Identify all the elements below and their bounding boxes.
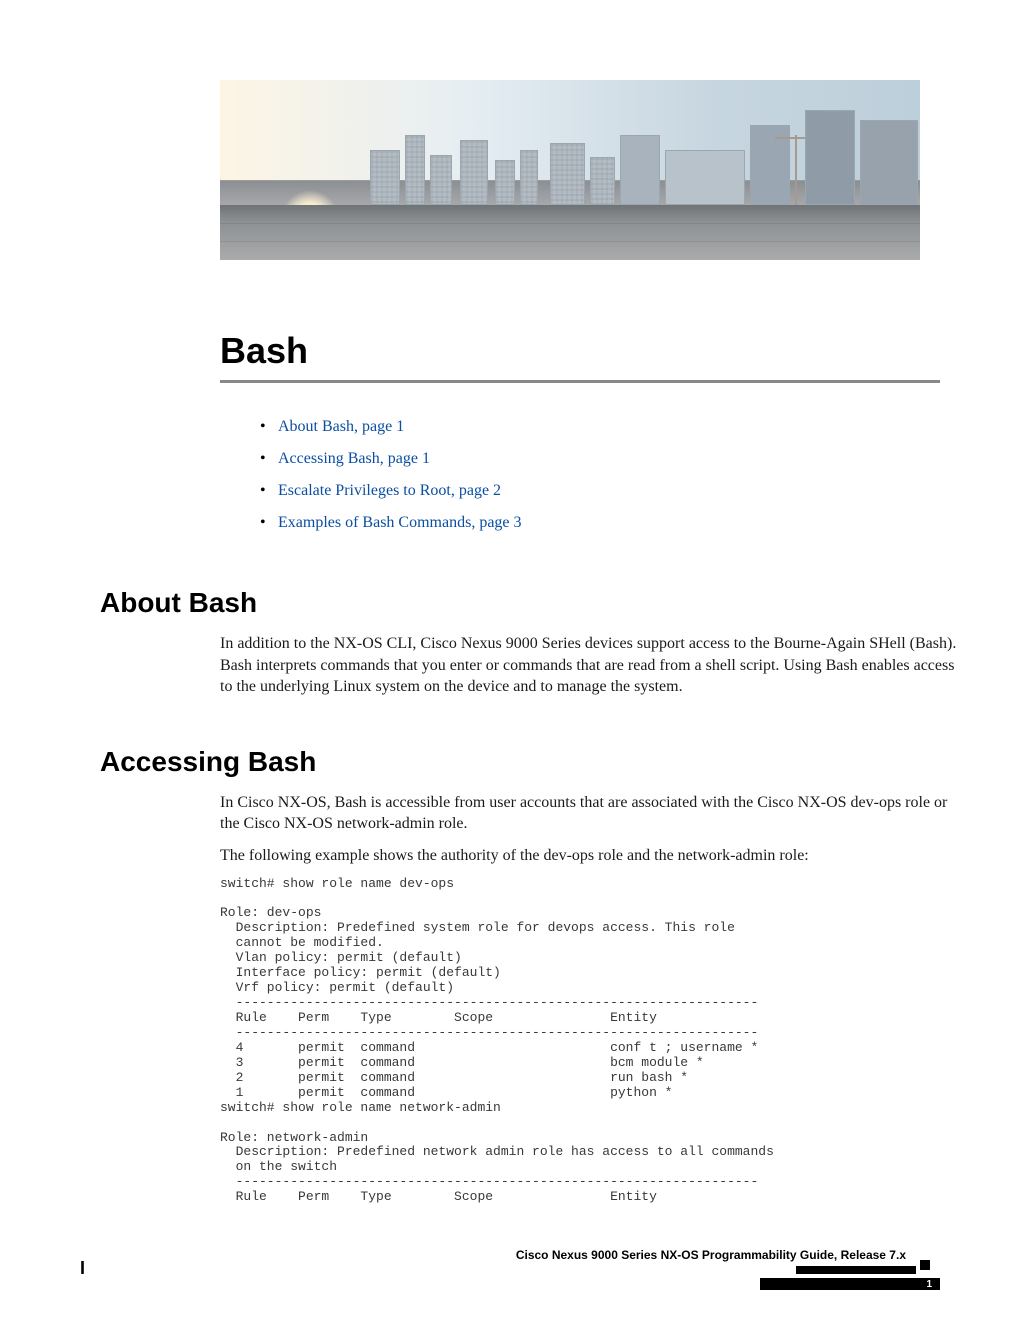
toc-link-escalate-privileges[interactable]: Escalate Privileges to Root, page 2 bbox=[278, 482, 501, 499]
toc-link-examples-bash[interactable]: Examples of Bash Commands, page 3 bbox=[278, 514, 522, 531]
toc-item: About Bash, page 1 bbox=[260, 411, 940, 443]
table-of-contents: About Bash, page 1 Accessing Bash, page … bbox=[260, 411, 940, 539]
page-footer: I Cisco Nexus 9000 Series NX-OS Programm… bbox=[80, 1252, 940, 1286]
toc-link-about-bash[interactable]: About Bash, page 1 bbox=[278, 418, 404, 435]
toc-item: Examples of Bash Commands, page 3 bbox=[260, 507, 940, 539]
building-icon bbox=[405, 135, 425, 205]
section-heading-accessing-bash: Accessing Bash bbox=[100, 746, 940, 778]
accessing-bash-paragraph-1: In Cisco NX-OS, Bash is accessible from … bbox=[220, 792, 960, 835]
chapter-title: Bash bbox=[220, 330, 940, 383]
building-icon bbox=[430, 155, 452, 205]
toc-item: Accessing Bash, page 1 bbox=[260, 443, 940, 475]
footer-left-mark: I bbox=[80, 1258, 85, 1279]
building-icon bbox=[520, 150, 538, 205]
building-icon bbox=[460, 140, 488, 205]
building-icon bbox=[620, 135, 660, 205]
building-icon bbox=[550, 143, 585, 205]
building-icon bbox=[805, 110, 855, 205]
footer-page-number: 1 bbox=[926, 1279, 932, 1290]
page: Bash About Bash, page 1 Accessing Bash, … bbox=[0, 0, 1020, 1320]
toc-item: Escalate Privileges to Root, page 2 bbox=[260, 475, 940, 507]
section-heading-about-bash: About Bash bbox=[100, 587, 940, 619]
crane-icon bbox=[795, 135, 797, 205]
building-icon bbox=[860, 120, 918, 205]
building-icon bbox=[590, 157, 615, 205]
toc-link-accessing-bash[interactable]: Accessing Bash, page 1 bbox=[278, 450, 430, 467]
building-icon bbox=[370, 150, 400, 205]
code-block-roles: switch# show role name dev-ops Role: dev… bbox=[220, 877, 940, 1206]
accessing-bash-paragraph-2: The following example shows the authorit… bbox=[220, 845, 960, 867]
footer-bar-icon bbox=[796, 1266, 916, 1274]
footer-bar-icon bbox=[760, 1278, 940, 1290]
footer-guide-title: Cisco Nexus 9000 Series NX-OS Programmab… bbox=[516, 1248, 906, 1262]
building-icon bbox=[495, 160, 515, 205]
building-icon bbox=[665, 150, 745, 205]
about-bash-paragraph: In addition to the NX-OS CLI, Cisco Nexu… bbox=[220, 633, 960, 698]
banner-image bbox=[220, 80, 920, 260]
footer-square-icon bbox=[920, 1260, 930, 1270]
banner-ground bbox=[220, 205, 920, 260]
